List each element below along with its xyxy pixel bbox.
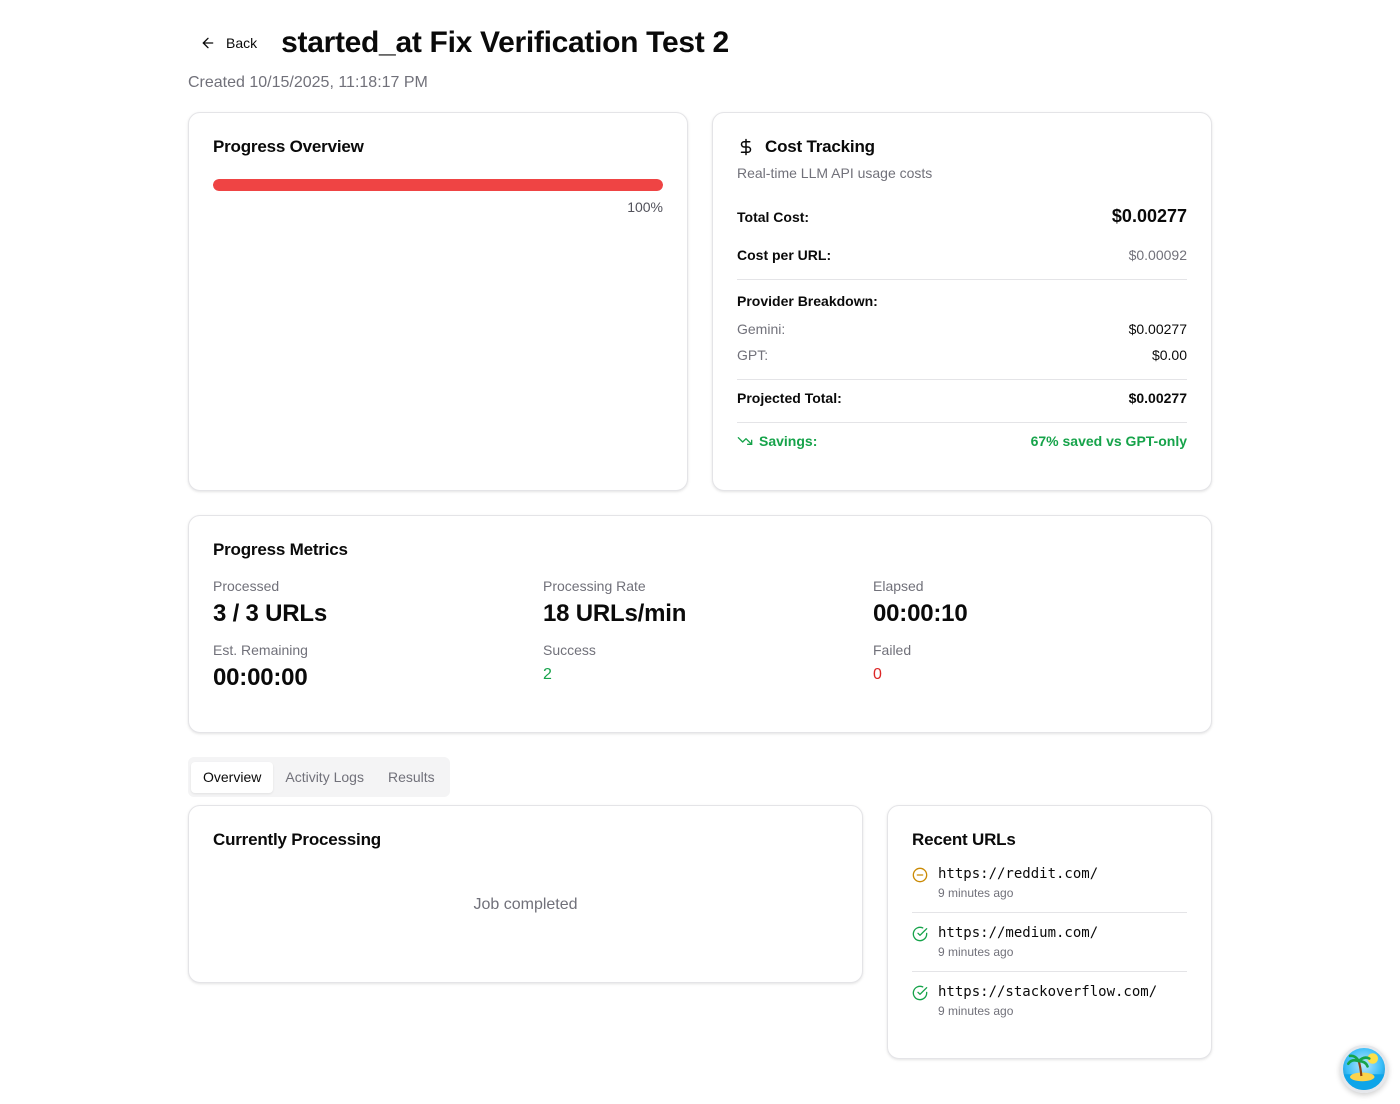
metric-value: 18 URLs/min	[543, 600, 687, 627]
metric-label: Failed	[873, 642, 912, 658]
progress-overview-title: Progress Overview	[213, 137, 364, 156]
total-cost-row: Total Cost: $0.00277	[737, 206, 1187, 227]
recent-urls-card: Recent URLs https://reddit.com/ 9 minute…	[887, 805, 1212, 1059]
dollar-sign-icon	[740, 138, 752, 156]
metric-value: 00:00:10	[873, 600, 968, 627]
projected-total-value: $0.00277	[1128, 390, 1187, 406]
cost-per-url-value: $0.00092	[1128, 247, 1187, 263]
provider-label: GPT:	[737, 347, 769, 363]
metric-label: Processing Rate	[543, 578, 646, 594]
metric-value: 3 / 3 URLs	[213, 600, 328, 627]
metric-success: Success 2	[543, 642, 873, 692]
savings-row: Savings: 67% saved vs GPT-only	[737, 433, 1187, 449]
page-title: started_at Fix Verification Test 2	[281, 26, 729, 59]
url-time: 9 minutes ago	[938, 1004, 1014, 1018]
check-circle-icon	[912, 985, 928, 1001]
list-item[interactable]: https://medium.com/ 9 minutes ago	[912, 925, 1187, 972]
assistant-avatar-button[interactable]	[1340, 1045, 1388, 1093]
url-text: https://reddit.com/	[938, 866, 1099, 882]
divider	[737, 422, 1187, 423]
back-label: Back	[226, 35, 258, 51]
metric-failed: Failed 0	[873, 642, 1203, 692]
progress-overview-card: Progress Overview 100%	[188, 112, 688, 491]
cost-tracking-title: Cost Tracking	[765, 137, 875, 156]
tab-activity-logs[interactable]: Activity Logs	[273, 762, 376, 793]
page-header: Back started_at Fix Verification Test 2 …	[188, 22, 1212, 92]
progress-bar-fill	[213, 179, 663, 191]
job-status-text: Job completed	[473, 896, 578, 913]
palm-island-icon	[1343, 1053, 1385, 1090]
cost-per-url-label: Cost per URL:	[737, 247, 832, 263]
minus-circle-icon	[912, 867, 928, 883]
arrow-left-icon	[202, 37, 214, 49]
divider	[737, 379, 1187, 380]
metric-label: Success	[543, 642, 596, 658]
recent-url-list: https://reddit.com/ 9 minutes ago https:…	[912, 866, 1187, 1018]
metric-processed: Processed 3 / 3 URLs	[213, 578, 543, 628]
created-timestamp: Created 10/15/2025, 11:18:17 PM	[188, 74, 428, 91]
total-cost-value: $0.00277	[1111, 206, 1187, 226]
progress-metrics-card: Progress Metrics Processed 3 / 3 URLs Pr…	[188, 515, 1212, 733]
cost-tracking-card: Cost Tracking Real-time LLM API usage co…	[712, 112, 1212, 491]
provider-label: Gemini:	[737, 321, 786, 337]
savings-label: Savings:	[759, 433, 818, 449]
check-circle-icon	[912, 926, 928, 942]
projected-total-label: Projected Total:	[737, 390, 842, 406]
total-cost-label: Total Cost:	[737, 208, 810, 225]
currently-processing-card: Currently Processing Job completed	[188, 805, 863, 983]
recent-urls-title: Recent URLs	[912, 830, 1016, 849]
back-button[interactable]: Back	[188, 25, 269, 61]
cost-tracking-subtitle: Real-time LLM API usage costs	[737, 165, 933, 181]
url-text: https://stackoverflow.com/	[938, 984, 1158, 1000]
url-time: 9 minutes ago	[938, 945, 1014, 959]
provider-value: $0.00277	[1128, 321, 1187, 337]
tab-overview[interactable]: Overview	[191, 761, 274, 793]
tab-results[interactable]: Results	[376, 762, 447, 793]
metric-processing-rate: Processing Rate 18 URLs/min	[543, 578, 873, 628]
divider	[737, 279, 1187, 280]
provider-value: $0.00	[1151, 347, 1187, 363]
metric-value: 0	[873, 666, 882, 683]
url-text: https://medium.com/	[938, 925, 1099, 941]
metric-est-remaining: Est. Remaining 00:00:00	[213, 642, 543, 692]
savings-value: 67% saved vs GPT-only	[1030, 433, 1187, 449]
metric-label: Processed	[213, 578, 280, 594]
metric-elapsed: Elapsed 00:00:10	[873, 578, 1203, 628]
provider-row-gemini: Gemini: $0.00277	[737, 321, 1187, 337]
trending-down-icon	[737, 437, 753, 445]
tab-list: Overview Activity Logs Results	[188, 757, 450, 797]
metric-value: 00:00:00	[213, 664, 308, 691]
progress-percent: 100%	[627, 199, 663, 215]
metric-label: Est. Remaining	[213, 642, 308, 658]
cost-per-url-row: Cost per URL: $0.00092	[737, 247, 1187, 263]
metric-label: Elapsed	[873, 578, 924, 594]
provider-row-gpt: GPT: $0.00	[737, 347, 1187, 363]
metric-value: 2	[543, 666, 552, 683]
list-item[interactable]: https://reddit.com/ 9 minutes ago	[912, 866, 1187, 913]
projected-total-row: Projected Total: $0.00277	[737, 390, 1187, 406]
provider-breakdown-title: Provider Breakdown:	[737, 293, 878, 309]
currently-processing-title: Currently Processing	[213, 830, 381, 849]
progress-bar	[213, 179, 663, 191]
list-item[interactable]: https://stackoverflow.com/ 9 minutes ago	[912, 984, 1187, 1018]
url-time: 9 minutes ago	[938, 886, 1014, 900]
progress-metrics-title: Progress Metrics	[213, 540, 348, 559]
